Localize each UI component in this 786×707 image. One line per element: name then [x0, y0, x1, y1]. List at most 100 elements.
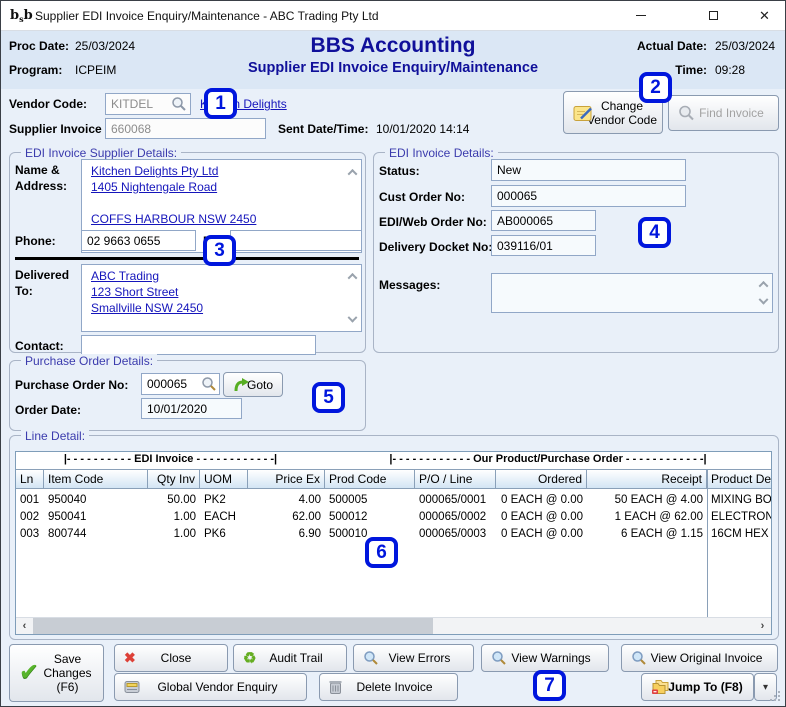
find-invoice-button[interactable]: Find Invoice: [668, 95, 779, 131]
cell-item-code: 950040: [48, 493, 87, 506]
maximize-icon: [709, 11, 718, 20]
delivered-to-label-2: To:: [15, 284, 33, 298]
close-window-button[interactable]: ✕: [742, 1, 785, 30]
view-errors-button[interactable]: View Errors: [353, 644, 474, 672]
order-date-label: Order Date:: [15, 403, 82, 417]
delete-invoice-button[interactable]: Delete Invoice: [319, 673, 458, 701]
delivered-city-link[interactable]: Smallville NSW 2450: [91, 301, 203, 315]
view-warnings-button[interactable]: View Warnings: [481, 644, 609, 672]
supplier-invoice-field[interactable]: 660068: [105, 118, 266, 139]
cell-product-desc: MIXING BO: [711, 493, 772, 506]
scroll-left-icon[interactable]: ‹: [16, 618, 33, 634]
goto-button[interactable]: Goto: [223, 372, 283, 397]
magnifier-icon: [363, 650, 379, 666]
col-product-desc[interactable]: Product De: [707, 470, 771, 488]
cell-qty: 1.00: [173, 527, 196, 540]
supplier-address-blank: [91, 195, 343, 211]
cell-prod-code: 500005: [329, 493, 368, 506]
cell-uom: PK2: [204, 493, 226, 506]
scroll-up-icon[interactable]: [346, 166, 358, 179]
delivery-docket-field[interactable]: 039116/01: [491, 235, 596, 256]
contact-field[interactable]: [81, 335, 316, 355]
close-button[interactable]: ✖ Close: [114, 644, 228, 672]
status-label: Status:: [379, 164, 420, 178]
col-ln[interactable]: Ln: [16, 470, 44, 488]
supplier-name-link[interactable]: Kitchen Delights Pty Ltd: [91, 164, 218, 178]
vendor-code-label: Vendor Code:: [9, 97, 88, 111]
cell-qty: 50.00: [167, 493, 196, 506]
cell-item-code: 950041: [48, 510, 87, 523]
scroll-up-icon[interactable]: [757, 278, 769, 291]
global-vendor-enquiry-button[interactable]: Global Vendor Enquiry: [114, 673, 307, 701]
app-logo-icon: bsb: [10, 8, 33, 24]
col-prod-code[interactable]: Prod Code: [325, 470, 415, 488]
cell-product-desc: ELECTRON: [711, 510, 772, 523]
phone-field[interactable]: 02 9663 0655: [81, 230, 196, 251]
resize-grip[interactable]: [769, 690, 781, 702]
scroll-right-icon[interactable]: ›: [754, 618, 771, 634]
horizontal-scrollbar[interactable]: ‹ ›: [16, 617, 771, 634]
folders-icon: [651, 680, 670, 695]
col-ordered[interactable]: Ordered: [496, 470, 587, 488]
contact-label: Contact:: [15, 339, 64, 353]
edi-web-order-field[interactable]: AB000065: [491, 210, 596, 231]
col-uom[interactable]: UOM: [200, 470, 248, 488]
col-receipt[interactable]: Receipt: [587, 470, 707, 488]
cell-product-desc: 16CM HEX: [711, 527, 769, 540]
status-field[interactable]: New: [491, 159, 686, 181]
save-line2: Changes: [43, 666, 92, 680]
delivered-street-link[interactable]: 123 Short Street: [91, 285, 178, 299]
audit-trail-label: Audit Trail: [269, 651, 323, 665]
table-row[interactable]: 001 950040 50.00 PK2 4.00 500005 000065/…: [16, 491, 772, 508]
messages-label: Messages:: [379, 278, 441, 292]
cell-po-line: 000065/0001: [419, 493, 487, 506]
cell-prod-code: 500012: [329, 510, 368, 523]
view-warnings-label: View Warnings: [511, 651, 591, 665]
delivered-to-box: ABC Trading 123 Short Street Smallville …: [81, 264, 362, 332]
cust-order-field[interactable]: 000065: [491, 185, 686, 207]
col-item-code[interactable]: Item Code: [44, 470, 148, 488]
cell-qty: 1.00: [173, 510, 196, 523]
vendor-lookup-icon[interactable]: [171, 96, 187, 112]
app-title: BBS Accounting: [310, 34, 476, 57]
minimize-icon: [635, 15, 646, 16]
view-original-invoice-button[interactable]: View Original Invoice: [621, 644, 778, 672]
delete-invoice-label: Delete Invoice: [356, 680, 433, 694]
supplier-city-link[interactable]: COFFS HARBOUR NSW 2450: [91, 212, 256, 226]
po-lookup-icon[interactable]: [201, 376, 217, 392]
view-original-label: View Original Invoice: [650, 651, 763, 665]
app-window: bsb Supplier EDI Invoice Enquiry/Mainten…: [0, 0, 786, 707]
scrollbar-thumb[interactable]: [33, 618, 433, 634]
table-row[interactable]: 002 950041 1.00 EACH 62.00 500012 000065…: [16, 508, 772, 525]
cell-ordered: 0 EACH @ 0.00: [501, 510, 583, 523]
save-changes-button[interactable]: ✔ Save Changes (F6): [9, 644, 104, 702]
scroll-down-icon[interactable]: [757, 294, 769, 308]
cell-receipt: 1 EACH @ 62.00: [614, 510, 703, 523]
minimize-button[interactable]: [618, 1, 663, 30]
save-line1: Save: [53, 652, 82, 666]
col-price-ex[interactable]: Price Ex: [248, 470, 325, 488]
col-qty-inv[interactable]: Qty Inv: [148, 470, 200, 488]
cell-po-line: 000065/0002: [419, 510, 487, 523]
maximize-button[interactable]: [691, 1, 736, 30]
col-po-line[interactable]: P/O / Line: [415, 470, 496, 488]
cell-item-code: 800744: [48, 527, 87, 540]
fax-field[interactable]: [230, 230, 362, 251]
band-our-product: |- - - - - - - - - - - - Our Product/Pur…: [389, 453, 707, 465]
sent-datetime-value: 10/01/2020 14:14: [376, 122, 470, 136]
messages-content: [501, 277, 754, 293]
phone-label: Phone:: [15, 234, 56, 248]
jump-to-label: Jump To (F8): [668, 680, 743, 694]
callout-6: 6: [365, 537, 398, 568]
audit-trail-button[interactable]: ♻ Audit Trail: [233, 644, 347, 672]
title-bar: bsb Supplier EDI Invoice Enquiry/Mainten…: [1, 1, 785, 31]
band-edi-invoice: |- - - - - - - - - - EDI Invoice - - - -…: [63, 453, 278, 465]
order-date-field[interactable]: 10/01/2020: [141, 398, 242, 419]
scroll-down-icon[interactable]: [346, 312, 358, 326]
scroll-up-icon[interactable]: [346, 270, 358, 283]
delivered-to-label-1: Delivered: [15, 268, 70, 282]
delivered-name-link[interactable]: ABC Trading: [91, 269, 159, 283]
messages-box[interactable]: [491, 273, 773, 313]
supplier-street-link[interactable]: 1405 Nightengale Road: [91, 180, 217, 194]
jump-to-button[interactable]: Jump To (F8): [641, 673, 754, 701]
